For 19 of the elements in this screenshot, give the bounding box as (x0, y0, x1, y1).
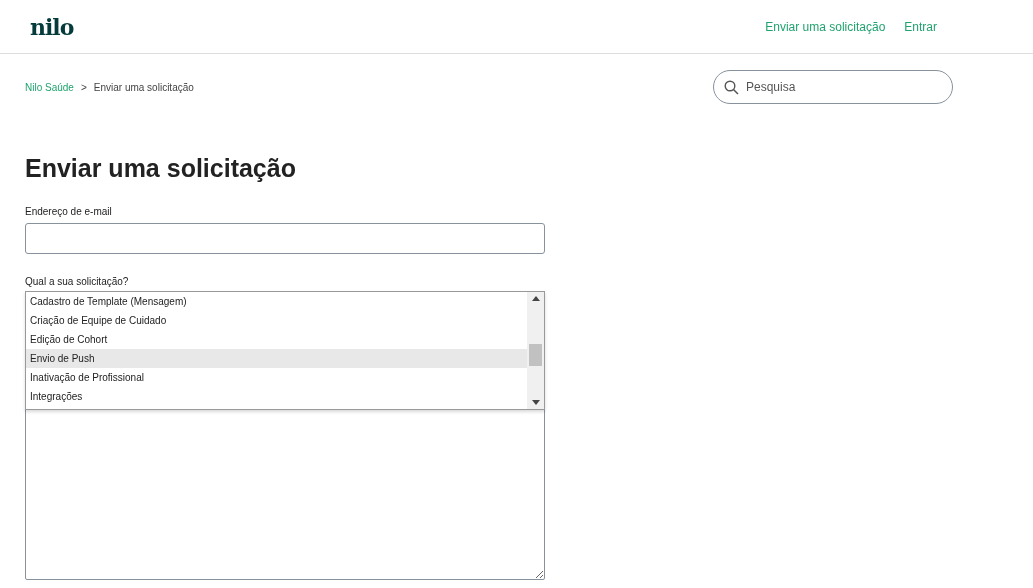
scrollbar[interactable] (527, 292, 544, 409)
scroll-up-icon[interactable] (531, 296, 540, 301)
dropdown-option[interactable]: Integrações (26, 387, 527, 406)
scroll-thumb[interactable] (529, 344, 542, 366)
logo[interactable]: nilo (30, 13, 74, 40)
dropdown-option[interactable]: Inativação de Profissional (26, 368, 527, 387)
field-label: Qual a sua solicitação? (25, 276, 130, 287)
search-icon (724, 80, 739, 95)
field-label: Endereço de e-mail (25, 206, 113, 217)
dropdown-option[interactable]: Edição de Cohort (26, 330, 527, 349)
breadcrumb-current: Enviar uma solicitação (93, 81, 194, 93)
search-field[interactable]: Pesquisa (713, 70, 953, 104)
page-title: Enviar uma solicitação (25, 154, 297, 183)
dropdown-option[interactable]: Envio de Push (26, 349, 527, 368)
dropdown-option[interactable]: Cadastro de Template (Mensagem) (26, 292, 527, 311)
breadcrumb-separator: > (80, 81, 87, 93)
scroll-down-icon[interactable] (531, 400, 540, 405)
email-field[interactable] (25, 223, 545, 254)
dropdown-option[interactable]: Criação de Equipe de Cuidado (26, 311, 527, 330)
